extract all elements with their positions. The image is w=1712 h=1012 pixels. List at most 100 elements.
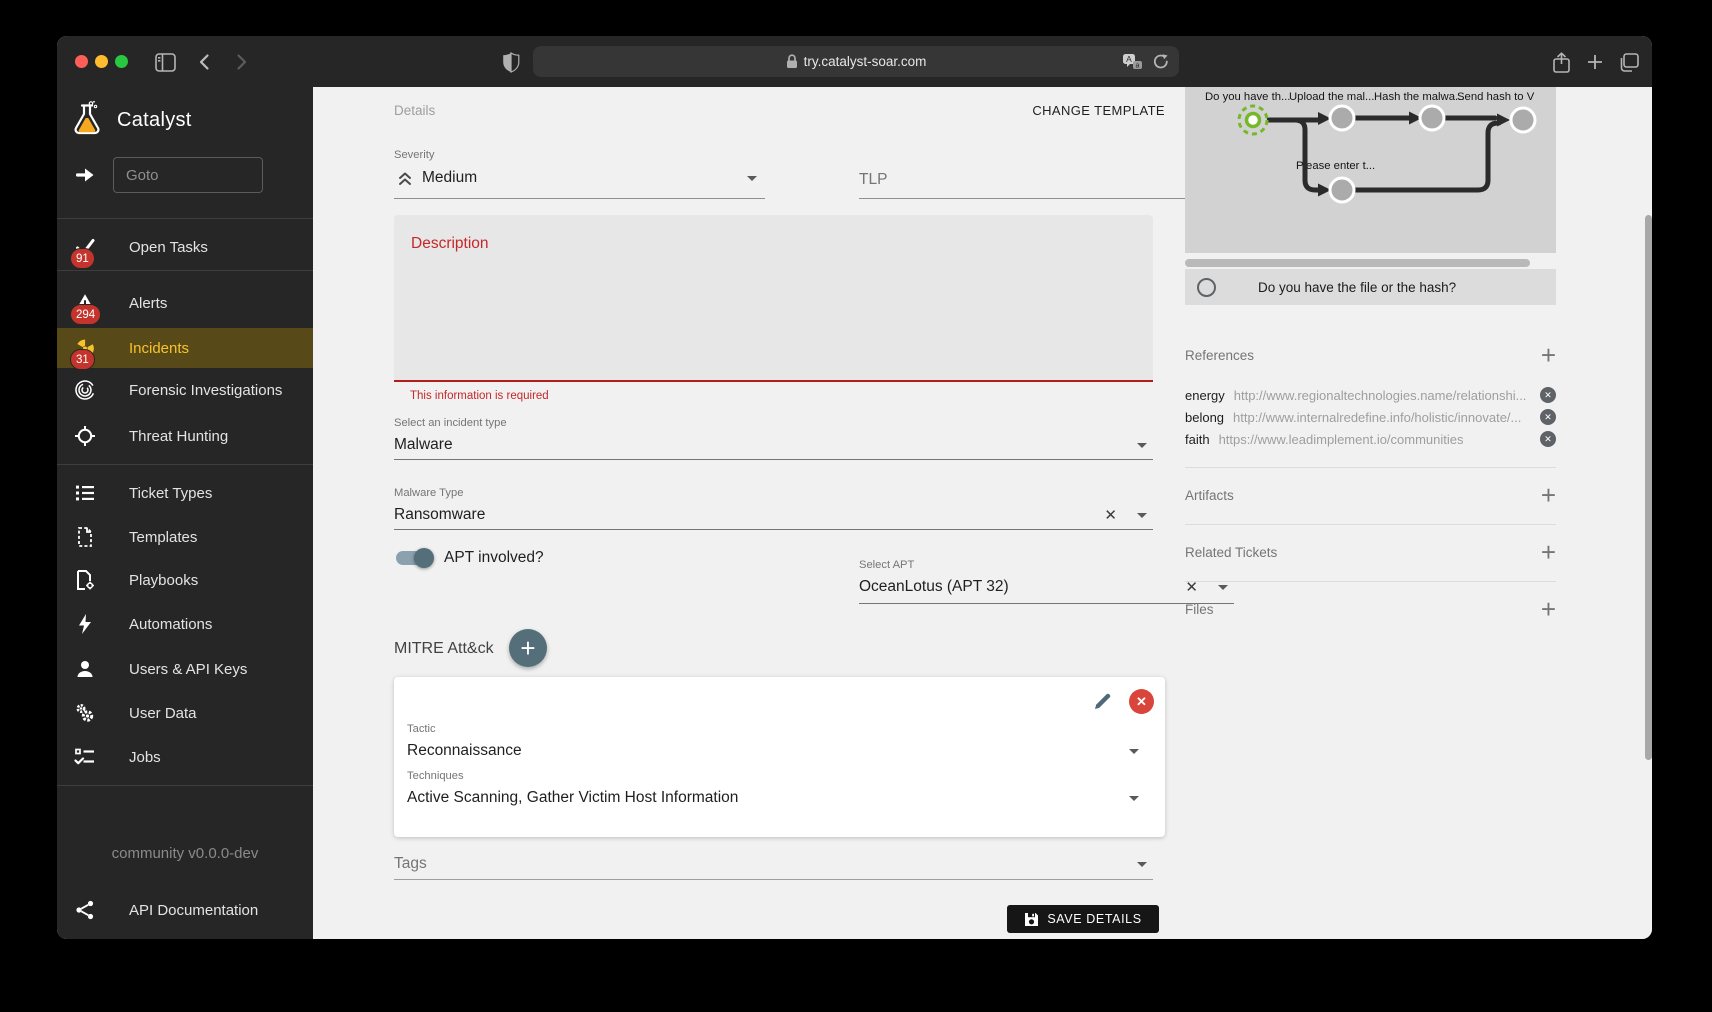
zoom-window-button[interactable]: [115, 55, 128, 68]
reference-remove-icon[interactable]: ✕: [1540, 431, 1556, 447]
change-template-button[interactable]: CHANGE TEMPLATE: [1032, 103, 1165, 118]
mitre-edit-pencil-icon[interactable]: [1092, 691, 1113, 712]
sidebar-item-threat-hunting[interactable]: Threat Hunting: [57, 416, 313, 456]
severity-field[interactable]: Severity Medium: [394, 149, 765, 189]
browser-titlebar: try.catalyst-soar.com Aa: [57, 36, 1652, 87]
playbook-node-send[interactable]: [1511, 108, 1535, 132]
task-question: Do you have the file or the hash?: [1258, 280, 1456, 295]
apt-select-field[interactable]: Select APT OceanLotus (APT 32) ✕: [859, 559, 1234, 598]
task-radio-icon[interactable]: [1197, 278, 1216, 297]
incident-type-field[interactable]: Select an incident type Malware: [394, 417, 1153, 456]
severity-label: Severity: [394, 149, 765, 161]
malware-type-dropdown-icon[interactable]: [1137, 513, 1147, 518]
sidebar-item-alerts[interactable]: 294 Alerts: [57, 283, 313, 323]
sidebar-item-incidents[interactable]: 31 Incidents: [57, 328, 313, 368]
main-content: Details CHANGE TEMPLATE Severity Medium: [313, 87, 1652, 939]
goto-input[interactable]: [113, 157, 263, 193]
sidebar-toggle-icon[interactable]: [153, 50, 177, 74]
privacy-shield-icon[interactable]: [499, 50, 523, 74]
files-header: Files +: [1185, 599, 1556, 619]
details-title: Details: [394, 103, 435, 118]
save-floppy-icon: [1024, 912, 1039, 927]
mitre-attack-label: MITRE Att&ck: [394, 640, 494, 658]
description-label: Description: [411, 235, 489, 253]
malware-type-field[interactable]: Malware Type Ransomware ✕: [394, 487, 1153, 526]
tlp-field[interactable]: TLP: [859, 149, 1234, 191]
tags-field[interactable]: Tags: [394, 853, 1153, 875]
playbook-graph[interactable]: Do you have th... Upload the mal... Hash…: [1185, 87, 1556, 253]
sidebar-item-playbooks[interactable]: Playbooks: [57, 560, 313, 600]
lock-icon: [786, 54, 798, 69]
sidebar-item-templates[interactable]: Templates: [57, 517, 313, 557]
sidebar-item-user-data[interactable]: User Data: [57, 693, 313, 733]
forward-icon[interactable]: [229, 50, 253, 74]
translate-icon[interactable]: Aa: [1122, 53, 1143, 71]
close-window-button[interactable]: [75, 55, 88, 68]
crosshair-icon: [74, 425, 96, 447]
description-error: This information is required: [410, 390, 549, 402]
alerts-badge: 294: [70, 304, 101, 325]
malware-type-clear-icon[interactable]: ✕: [1104, 506, 1117, 524]
artifacts-header: Artifacts +: [1185, 485, 1556, 505]
node-label-0: Do you have th...: [1205, 91, 1290, 103]
reference-link[interactable]: http://www.internalredefine.info/holisti…: [1233, 410, 1531, 425]
reference-row: energy http://www.regionaltechnologies.n…: [1185, 385, 1556, 405]
tactic-dropdown-icon[interactable]: [1129, 749, 1139, 754]
apt-involved-toggle[interactable]: [396, 551, 432, 565]
mitre-remove-icon[interactable]: ✕: [1129, 689, 1154, 714]
references-add-icon[interactable]: +: [1541, 345, 1556, 365]
page-vertical-scrollbar[interactable]: [1645, 215, 1652, 760]
warning-icon: 294: [74, 292, 96, 314]
incident-type-dropdown-icon[interactable]: [1137, 443, 1147, 448]
reference-row: faith https://www.leadimplement.io/commu…: [1185, 429, 1556, 449]
reference-remove-icon[interactable]: ✕: [1540, 387, 1556, 403]
playbook-node-start[interactable]: [1239, 106, 1267, 134]
severity-dropdown-icon[interactable]: [747, 176, 757, 181]
incident-type-value: Malware: [394, 436, 453, 454]
techniques-value: Active Scanning, Gather Victim Host Info…: [407, 789, 738, 807]
playbook-node-enter[interactable]: [1330, 178, 1354, 202]
sidebar-item-ticket-types[interactable]: Ticket Types: [57, 473, 313, 513]
files-add-icon[interactable]: +: [1541, 599, 1556, 619]
playbook-node-upload[interactable]: [1330, 106, 1354, 130]
mitre-add-button[interactable]: +: [509, 629, 547, 667]
url-bar[interactable]: try.catalyst-soar.com Aa: [533, 46, 1179, 77]
playbook-task-row[interactable]: Do you have the file or the hash?: [1185, 269, 1556, 305]
sidebar-item-jobs[interactable]: Jobs: [57, 737, 313, 777]
apt-select-dropdown-icon[interactable]: [1218, 585, 1228, 590]
browser-window: try.catalyst-soar.com Aa: [57, 36, 1652, 939]
new-tab-icon[interactable]: [1583, 50, 1607, 74]
reference-remove-icon[interactable]: ✕: [1540, 409, 1556, 425]
app-logo-row[interactable]: Catalyst: [57, 97, 313, 143]
artifacts-add-icon[interactable]: +: [1541, 485, 1556, 505]
sidebar-item-users-api-keys[interactable]: Users & API Keys: [57, 649, 313, 689]
related-tickets-add-icon[interactable]: +: [1541, 542, 1556, 562]
techniques-label: Techniques: [407, 770, 1147, 782]
reload-icon[interactable]: [1153, 53, 1169, 70]
back-icon[interactable]: [193, 50, 217, 74]
mitre-card: ✕ Tactic Reconnaissance Techniques Activ…: [394, 677, 1165, 837]
tactic-value: Reconnaissance: [407, 742, 522, 760]
apt-select-label: Select APT: [859, 559, 1234, 571]
playbook-node-hash[interactable]: [1420, 106, 1444, 130]
sidebar-item-api-documentation[interactable]: API Documentation: [57, 890, 313, 930]
save-details-button[interactable]: SAVE DETAILS: [1007, 905, 1159, 933]
reference-link[interactable]: https://www.leadimplement.io/communities: [1219, 432, 1531, 447]
fingerprint-icon: [74, 379, 96, 401]
tactic-field[interactable]: Tactic Reconnaissance: [407, 723, 1147, 762]
techniques-field[interactable]: Techniques Active Scanning, Gather Victi…: [407, 770, 1147, 809]
tab-overview-icon[interactable]: [1617, 50, 1641, 74]
share-icon[interactable]: [1549, 50, 1573, 74]
minimize-window-button[interactable]: [95, 55, 108, 68]
description-textarea[interactable]: Description: [394, 215, 1153, 382]
radiation-icon: 31: [74, 337, 96, 359]
svg-text:A: A: [1126, 54, 1132, 64]
sidebar-item-automations[interactable]: Automations: [57, 604, 313, 644]
graph-horizontal-scrollbar[interactable]: [1185, 259, 1530, 267]
goto-arrow-icon: [75, 165, 97, 185]
reference-link[interactable]: http://www.regionaltechnologies.name/rel…: [1234, 388, 1531, 403]
sidebar-item-forensic-investigations[interactable]: Forensic Investigations: [57, 370, 313, 410]
techniques-dropdown-icon[interactable]: [1129, 796, 1139, 801]
sidebar-item-open-tasks[interactable]: 91 Open Tasks: [57, 227, 313, 267]
tags-dropdown-icon[interactable]: [1137, 862, 1147, 867]
